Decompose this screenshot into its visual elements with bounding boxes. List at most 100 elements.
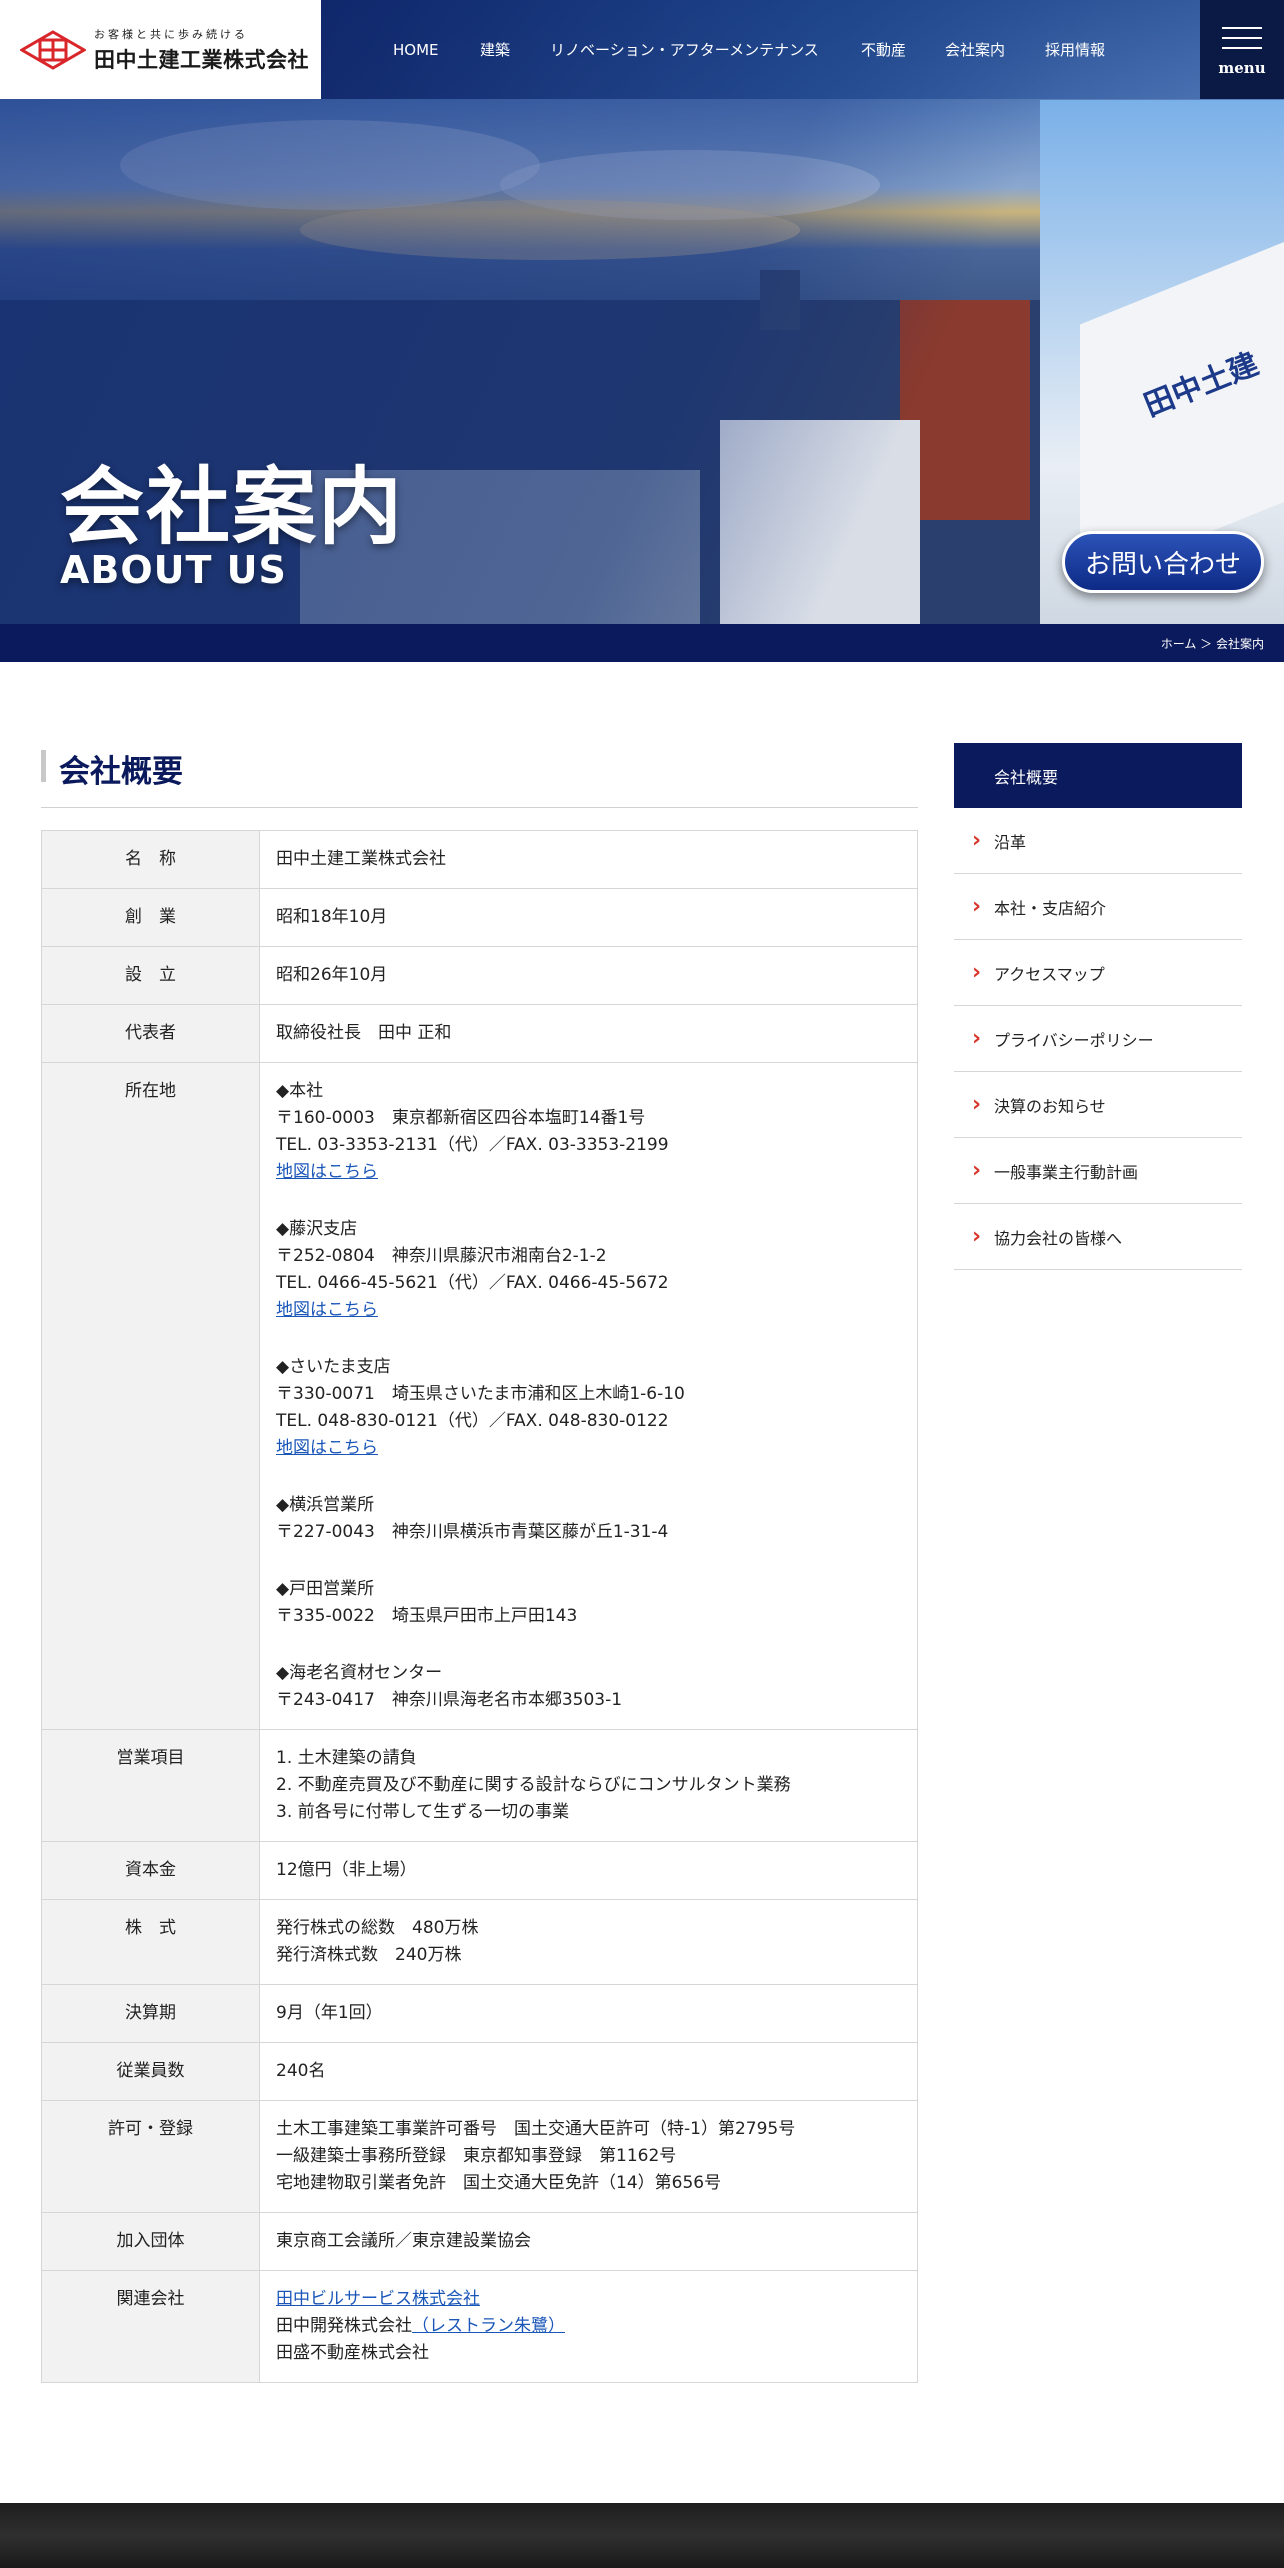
row-value: 発行株式の総数 480万株 発行済株式数 240万株 [259, 1899, 918, 1985]
office-list: ◆本社 〒160-0003 東京都新宿区四谷本塩町14番1号 TEL. 03-3… [259, 1062, 918, 1730]
license-line: 宅地建物取引業者免許 国土交通大臣免許（14）第656号 [276, 2173, 722, 2193]
row-label: 代表者 [41, 1004, 260, 1063]
sidebar-item-label: 本社・支店紹介 [994, 898, 1107, 918]
sidebar-item-label: プライバシーポリシー [994, 1030, 1154, 1050]
map-link[interactable]: 地図はこちら [276, 1297, 378, 1324]
related-company-name: 田中開発株式会社 [276, 2316, 412, 2336]
row-label: 創 業 [41, 888, 260, 947]
office-address: 〒330-0071 埼玉県さいたま市浦和区上木崎1-6-10 [276, 1384, 685, 1404]
sidebar-heading[interactable]: 会社概要 [954, 743, 1242, 808]
row-value: 田中ビルサービス株式会社 田中開発株式会社（レストラン朱鷺） 田盛不動産株式会社 [259, 2270, 918, 2383]
breadcrumb-bar: ホーム ＞ 会社案内 [0, 624, 1284, 662]
chevron-right-icon: › [972, 959, 982, 985]
map-link[interactable]: 地図はこちら [276, 1159, 378, 1186]
sidebar-item-label: 一般事業主行動計画 [994, 1162, 1139, 1182]
related-company-name: 田盛不動産株式会社 [276, 2343, 429, 2363]
nav-home[interactable]: HOME [393, 41, 439, 59]
table-row: 所在地 ◆本社 〒160-0003 東京都新宿区四谷本塩町14番1号 TEL. … [41, 1062, 918, 1730]
row-value: 240名 [259, 2042, 918, 2101]
sidebar-item-action-plan[interactable]: › 一般事業主行動計画 [954, 1138, 1242, 1204]
row-value: 田中土建工業株式会社 [259, 830, 918, 889]
office-address: 〒335-0022 埼玉県戸田市上戸田143 [276, 1606, 578, 1626]
logo[interactable]: お客様と共に歩み続ける 田中土建工業株式会社 [0, 0, 321, 99]
office-name: ◆藤沢支店 [276, 1219, 358, 1239]
table-row: 加入団体 東京商工会議所／東京建設業協会 [41, 2212, 918, 2271]
chevron-right-icon: › [972, 1025, 982, 1051]
business-item: 1. 土木建築の請負 [276, 1748, 417, 1768]
nav-architecture[interactable]: 建築 [480, 39, 510, 60]
sidebar-item-financial[interactable]: › 決算のお知らせ [954, 1072, 1242, 1138]
row-value: 昭和18年10月 [259, 888, 918, 947]
sidebar-item-access[interactable]: › アクセスマップ [954, 940, 1242, 1006]
chevron-right-icon: › [972, 1091, 982, 1117]
chevron-right-icon: › [972, 893, 982, 919]
table-row: 決算期 9月（年1回） [41, 1984, 918, 2043]
title-accent [41, 750, 46, 782]
section-heading: 会社概要 [59, 754, 183, 790]
page-title: 会社案内 [60, 458, 405, 556]
office-name: ◆本社 [276, 1081, 324, 1101]
row-value: 12億円（非上場） [259, 1841, 918, 1900]
map-link[interactable]: 地図はこちら [276, 1435, 378, 1462]
contact-button[interactable]: お問い合わせ [1062, 531, 1264, 593]
office-tel: TEL. 03-3353-2131（代）／FAX. 03-3353-2199 [276, 1135, 669, 1155]
table-row: 設 立 昭和26年10月 [41, 946, 918, 1005]
sidebar-item-label: アクセスマップ [994, 964, 1105, 984]
menu-button[interactable]: menu [1200, 0, 1284, 99]
row-value: 土木工事建築工事業許可番号 国土交通大臣許可（特-1）第2795号 一級建築士事… [259, 2100, 918, 2213]
office-address: 〒243-0417 神奈川県海老名市本郷3503-1 [276, 1690, 623, 1710]
office-address: 〒227-0043 神奈川県横浜市青葉区藤が丘1-31-4 [276, 1522, 669, 1542]
menu-icon-bar [1222, 26, 1262, 29]
section-title: 会社概要 [41, 748, 918, 808]
nav-real-estate[interactable]: 不動産 [861, 39, 906, 60]
restaurant-link[interactable]: （レストラン朱鷺） [412, 2316, 565, 2336]
row-value: 東京商工会議所／東京建設業協会 [259, 2212, 918, 2271]
stock-line: 発行株式の総数 480万株 [276, 1918, 479, 1938]
table-row: 営業項目 1. 土木建築の請負 2. 不動産売買及び不動産に関する設計ならびにコ… [41, 1729, 918, 1842]
row-label: 所在地 [41, 1062, 260, 1730]
row-value: 取締役社長 田中 正和 [259, 1004, 918, 1063]
breadcrumb[interactable]: ホーム ＞ 会社案内 [1161, 635, 1264, 652]
table-row: 創 業 昭和18年10月 [41, 888, 918, 947]
sidebar-item-history[interactable]: › 沿革 [954, 808, 1242, 874]
menu-icon-bar [1222, 36, 1262, 39]
business-item: 2. 不動産売買及び不動産に関する設計ならびにコンサルタント業務 [276, 1775, 791, 1795]
table-row: 関連会社 田中ビルサービス株式会社 田中開発株式会社（レストラン朱鷺） 田盛不動… [41, 2270, 918, 2383]
sidebar-item-label: 沿革 [994, 832, 1027, 852]
row-label: 名 称 [41, 830, 260, 889]
row-label: 営業項目 [41, 1729, 260, 1842]
row-label: 従業員数 [41, 2042, 260, 2101]
nav-company[interactable]: 会社案内 [945, 39, 1005, 60]
menu-icon-bar [1222, 46, 1262, 49]
nav-recruit[interactable]: 採用情報 [1045, 39, 1105, 60]
row-value: 1. 土木建築の請負 2. 不動産売買及び不動産に関する設計ならびにコンサルタン… [259, 1729, 918, 1842]
chevron-right-icon: › [972, 1223, 982, 1249]
row-label: 加入団体 [41, 2212, 260, 2271]
site-header: お客様と共に歩み続ける 田中土建工業株式会社 HOME 建築 リノベーション・ア… [0, 0, 1284, 99]
related-company-link[interactable]: 田中ビルサービス株式会社 [276, 2286, 480, 2313]
table-row: 株 式 発行株式の総数 480万株 発行済株式数 240万株 [41, 1899, 918, 1985]
sidebar-item-partners[interactable]: › 協力会社の皆様へ [954, 1204, 1242, 1270]
nav-renovation[interactable]: リノベーション・アフターメンテナンス [550, 39, 819, 60]
company-info-table: 名 称 田中土建工業株式会社 創 業 昭和18年10月 設 立 昭和26年10月… [41, 830, 918, 2383]
row-label: 設 立 [41, 946, 260, 1005]
business-item: 3. 前各号に付帯して生ずる一切の事業 [276, 1802, 570, 1822]
office-tel: TEL. 0466-45-5621（代）／FAX. 0466-45-5672 [276, 1273, 669, 1293]
company-mark-icon [20, 29, 86, 70]
office-name: ◆海老名資材センター [276, 1663, 443, 1683]
menu-label: menu [1218, 58, 1266, 77]
office-tel: TEL. 048-830-0121（代）／FAX. 048-830-0122 [276, 1411, 669, 1431]
related-company-line: 田中開発株式会社（レストラン朱鷺） [276, 2313, 901, 2340]
sidebar-item-offices[interactable]: › 本社・支店紹介 [954, 874, 1242, 940]
table-row: 従業員数 240名 [41, 2042, 918, 2101]
page-subtitle: ABOUT US [60, 548, 287, 592]
office-name: ◆さいたま支店 [276, 1357, 391, 1377]
row-label: 許可・登録 [41, 2100, 260, 2213]
table-row: 代表者 取締役社長 田中 正和 [41, 1004, 918, 1063]
sidebar-item-privacy[interactable]: › プライバシーポリシー [954, 1006, 1242, 1072]
sidebar-item-label: 決算のお知らせ [994, 1096, 1106, 1116]
